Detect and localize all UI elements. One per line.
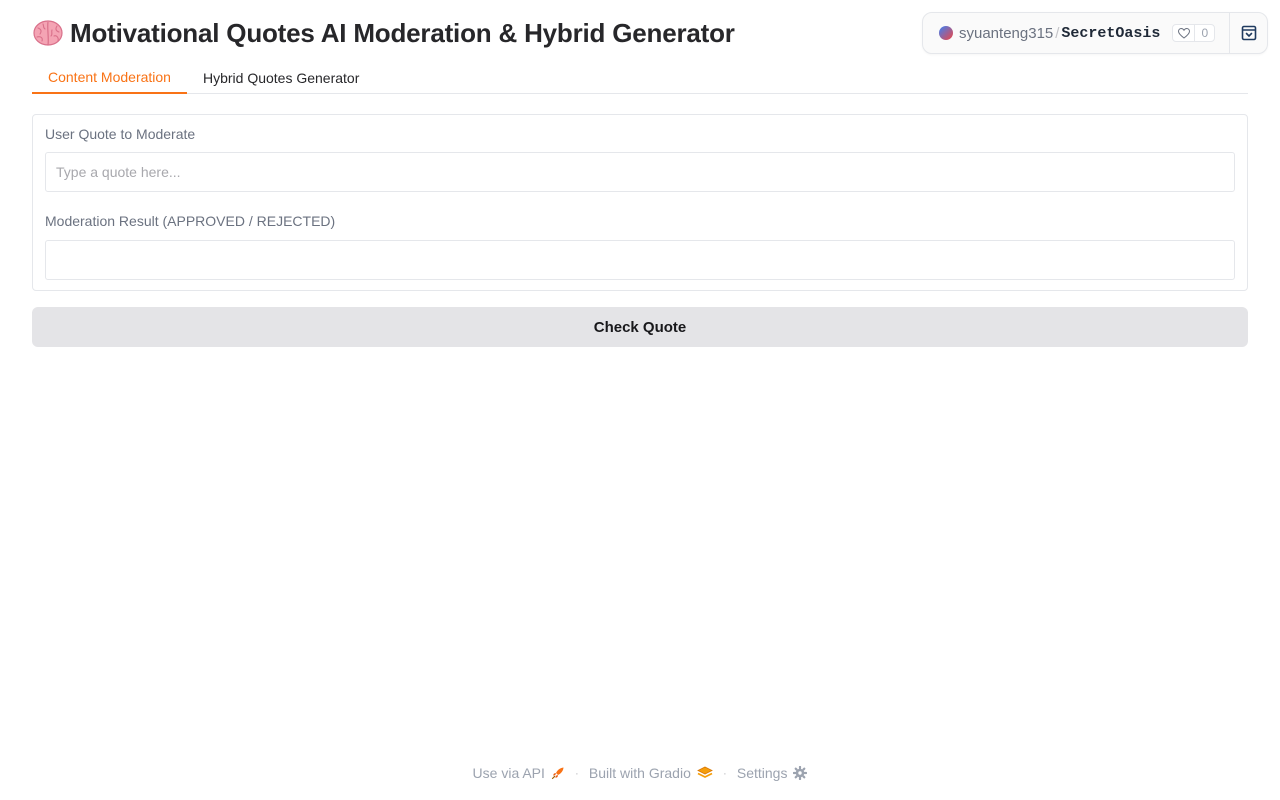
space-avatar-icon <box>939 26 953 40</box>
tab-bar: Content Moderation Hybrid Quotes Generat… <box>32 62 1248 94</box>
heart-icon <box>1173 25 1196 41</box>
collapse-icon <box>1241 25 1256 41</box>
like-button[interactable]: 0 <box>1172 24 1216 42</box>
space-separator: / <box>1055 24 1060 42</box>
tab-hybrid-quotes-generator[interactable]: Hybrid Quotes Generator <box>187 62 375 94</box>
space-owner[interactable]: syuanteng315 <box>959 25 1053 42</box>
footer-separator: · <box>574 766 579 780</box>
page-title: Motivational Quotes AI Moderation & Hybr… <box>32 16 735 50</box>
moderation-result-field[interactable] <box>45 240 1235 280</box>
footer-separator: · <box>722 766 727 780</box>
result-output-label: Moderation Result (APPROVED / REJECTED) <box>45 213 336 229</box>
settings-label: Settings <box>736 765 788 781</box>
tab-content-moderation[interactable]: Content Moderation <box>32 62 187 94</box>
page-title-text: Motivational Quotes AI Moderation & Hybr… <box>70 17 735 48</box>
quote-input-label: User Quote to Moderate <box>45 126 196 142</box>
gear-icon <box>793 766 808 780</box>
like-count: 0 <box>1201 26 1209 40</box>
built-with-gradio-label: Built with Gradio <box>588 765 691 781</box>
gradio-logo-icon <box>696 766 713 778</box>
built-with-gradio-link[interactable]: Built with Gradio <box>589 765 713 781</box>
collapse-header-button[interactable] <box>1230 13 1267 53</box>
use-via-api-label: Use via API <box>472 765 545 781</box>
brain-icon <box>33 20 63 46</box>
moderation-panel: User Quote to Moderate Moderation Result… <box>32 114 1248 291</box>
footer: Use via API · Built with Gradio · Settin… <box>0 762 1280 784</box>
space-name[interactable]: SecretOasis <box>1061 25 1160 42</box>
quote-input[interactable] <box>45 152 1235 192</box>
settings-link[interactable]: Settings <box>737 765 808 781</box>
rocket-icon <box>551 767 564 780</box>
space-link[interactable]: syuanteng315 / SecretOasis 0 <box>923 13 1217 53</box>
use-via-api-link[interactable]: Use via API <box>473 765 565 781</box>
space-badge: syuanteng315 / SecretOasis 0 <box>922 12 1268 54</box>
check-quote-button[interactable]: Check Quote <box>32 307 1248 347</box>
